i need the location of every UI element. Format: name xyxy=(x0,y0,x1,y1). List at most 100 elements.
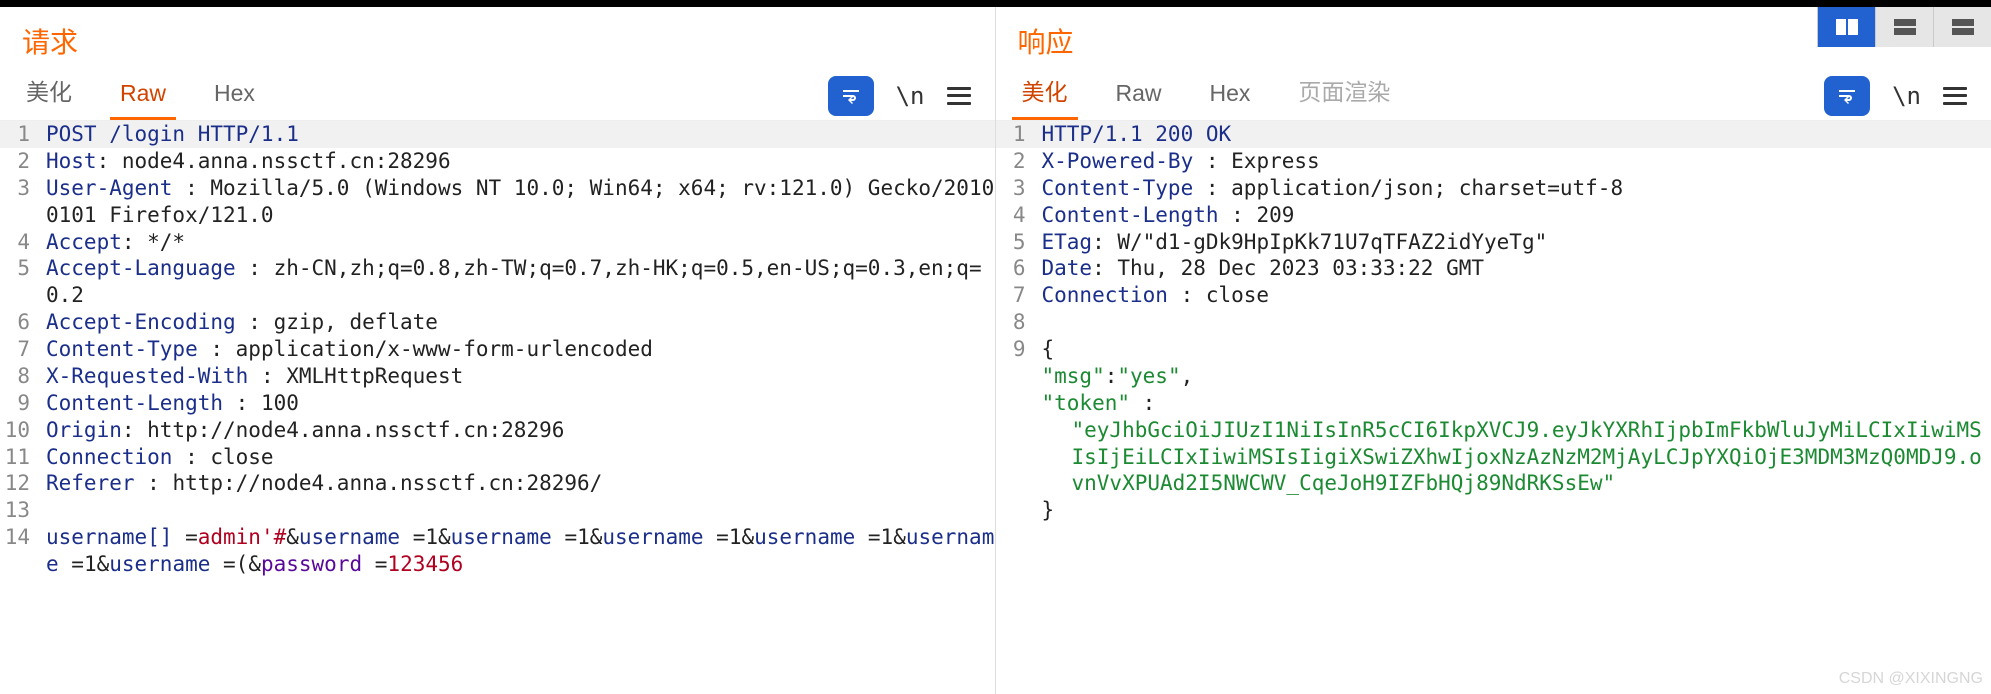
code-line[interactable]: 11Connection : close xyxy=(0,444,995,471)
request-title: 请求 xyxy=(0,7,995,71)
code-content[interactable]: POST /login HTTP/1.1 xyxy=(40,121,995,148)
code-content[interactable]: X-Requested-With : XMLHttpRequest xyxy=(40,363,995,390)
code-content[interactable] xyxy=(1036,309,1991,336)
code-line[interactable]: 3Content-Type : application/json; charse… xyxy=(996,175,1991,202)
code-content[interactable]: ETag: W/"d1-gDk9HpIpKk71U7qTFAZ2idYyeTg" xyxy=(1036,229,1991,256)
code-line[interactable]: 14username[] =admin'#&username =1&userna… xyxy=(0,524,995,578)
line-number: 6 xyxy=(996,255,1036,282)
linebreak-button-res[interactable]: \n xyxy=(1892,82,1921,110)
code-line[interactable]: "msg":"yes", xyxy=(996,363,1991,390)
code-line[interactable]: 2Host: node4.anna.nssctf.cn:28296 xyxy=(0,148,995,175)
code-content[interactable]: Content-Length : 100 xyxy=(40,390,995,417)
layout-rows-b-button[interactable] xyxy=(1933,7,1991,47)
code-line[interactable]: 7Connection : close xyxy=(996,282,1991,309)
code-line[interactable]: 3User-Agent : Mozilla/5.0 (Windows NT 10… xyxy=(0,175,995,229)
code-content[interactable]: Content-Type : application/x-www-form-ur… xyxy=(40,336,995,363)
code-content[interactable]: } xyxy=(1036,497,1991,524)
line-number: 13 xyxy=(0,497,40,524)
line-number xyxy=(996,390,1036,417)
request-tabbar-row: 美化 Raw Hex \n xyxy=(0,71,995,121)
code-content[interactable]: Accept-Encoding : gzip, deflate xyxy=(40,309,995,336)
code-line[interactable]: "token" : xyxy=(996,390,1991,417)
line-number: 12 xyxy=(0,470,40,497)
code-content[interactable]: { xyxy=(1036,336,1991,363)
code-content[interactable]: Date: Thu, 28 Dec 2023 03:33:22 GMT xyxy=(1036,255,1991,282)
code-content[interactable]: "eyJhbGciOiJIUzI1NiIsInR5cCI6IkpXVCJ9.ey… xyxy=(1036,417,1991,498)
code-content[interactable]: "token" : xyxy=(1036,390,1991,417)
response-toolbar-icons: \n xyxy=(1824,76,1975,116)
code-content[interactable]: HTTP/1.1 200 OK xyxy=(1036,121,1991,148)
code-content[interactable]: Connection : close xyxy=(40,444,995,471)
code-line[interactable]: } xyxy=(996,497,1991,524)
code-line[interactable]: 7Content-Type : application/x-www-form-u… xyxy=(0,336,995,363)
line-number: 3 xyxy=(996,175,1036,202)
line-number: 1 xyxy=(996,121,1036,148)
code-line[interactable]: 1POST /login HTTP/1.1 xyxy=(0,121,995,148)
line-number: 3 xyxy=(0,175,40,229)
code-content[interactable]: Accept-Language : zh-CN,zh;q=0.8,zh-TW;q… xyxy=(40,255,995,309)
code-line[interactable]: 9{ xyxy=(996,336,1991,363)
code-content[interactable]: Accept: */* xyxy=(40,229,995,256)
code-line[interactable]: 2X-Powered-By : Express xyxy=(996,148,1991,175)
code-line[interactable]: 8 xyxy=(996,309,1991,336)
code-line[interactable]: 1HTTP/1.1 200 OK xyxy=(996,121,1991,148)
line-number: 4 xyxy=(0,229,40,256)
rows-a-icon xyxy=(1894,19,1916,35)
wrap-icon xyxy=(839,84,863,108)
line-number: 6 xyxy=(0,309,40,336)
tab-hex-req[interactable]: Hex xyxy=(204,72,265,120)
code-content[interactable]: username[] =admin'#&username =1&username… xyxy=(40,524,995,578)
code-content[interactable]: Origin: http://node4.anna.nssctf.cn:2829… xyxy=(40,417,995,444)
wrap-mode-button-res[interactable] xyxy=(1824,76,1870,116)
line-number: 9 xyxy=(996,336,1036,363)
code-content[interactable]: Referer : http://node4.anna.nssctf.cn:28… xyxy=(40,470,995,497)
code-content[interactable]: X-Powered-By : Express xyxy=(1036,148,1991,175)
line-number: 14 xyxy=(0,524,40,578)
wrap-mode-button[interactable] xyxy=(828,76,874,116)
menu-button-res[interactable] xyxy=(1943,87,1967,105)
layout-columns-button[interactable] xyxy=(1817,7,1875,47)
tab-pretty-res[interactable]: 美化 xyxy=(1012,65,1078,120)
code-line[interactable]: 12Referer : http://node4.anna.nssctf.cn:… xyxy=(0,470,995,497)
tab-render-res[interactable]: 页面渲染 xyxy=(1288,65,1400,120)
linebreak-button[interactable]: \n xyxy=(896,82,925,110)
request-pane: 请求 美化 Raw Hex \n 1POST /login HTTP/1.12H… xyxy=(0,7,996,694)
code-content[interactable]: Content-Length : 209 xyxy=(1036,202,1991,229)
code-line[interactable]: 5Accept-Language : zh-CN,zh;q=0.8,zh-TW;… xyxy=(0,255,995,309)
tab-pretty-req[interactable]: 美化 xyxy=(16,65,82,120)
code-line[interactable]: 13 xyxy=(0,497,995,524)
request-code-area[interactable]: 1POST /login HTTP/1.12Host: node4.anna.n… xyxy=(0,121,995,694)
code-content[interactable]: User-Agent : Mozilla/5.0 (Windows NT 10.… xyxy=(40,175,995,229)
line-number xyxy=(996,417,1036,498)
code-line[interactable]: "eyJhbGciOiJIUzI1NiIsInR5cCI6IkpXVCJ9.ey… xyxy=(996,417,1991,498)
tab-hex-res[interactable]: Hex xyxy=(1200,72,1261,120)
line-number xyxy=(996,497,1036,524)
layout-rows-a-button[interactable] xyxy=(1875,7,1933,47)
code-line[interactable]: 9Content-Length : 100 xyxy=(0,390,995,417)
request-toolbar-icons: \n xyxy=(828,76,979,116)
code-line[interactable]: 6Accept-Encoding : gzip, deflate xyxy=(0,309,995,336)
code-line[interactable]: 4Content-Length : 209 xyxy=(996,202,1991,229)
code-content[interactable] xyxy=(40,497,995,524)
code-line[interactable]: 6Date: Thu, 28 Dec 2023 03:33:22 GMT xyxy=(996,255,1991,282)
response-pane: 响应 美化 Raw Hex 页面渲染 \n 1HTTP/1.1 200 OK2X… xyxy=(996,7,1991,694)
response-code-area[interactable]: 1HTTP/1.1 200 OK2X-Powered-By : Express3… xyxy=(996,121,1991,694)
line-number: 10 xyxy=(0,417,40,444)
line-number: 4 xyxy=(996,202,1036,229)
code-line[interactable]: 4Accept: */* xyxy=(0,229,995,256)
code-content[interactable]: Content-Type : application/json; charset… xyxy=(1036,175,1991,202)
tab-raw-req[interactable]: Raw xyxy=(110,72,176,120)
window-top-edge xyxy=(0,0,1991,7)
columns-icon xyxy=(1836,19,1858,35)
code-line[interactable]: 5ETag: W/"d1-gDk9HpIpKk71U7qTFAZ2idYyeTg… xyxy=(996,229,1991,256)
line-number: 5 xyxy=(0,255,40,309)
tab-raw-res[interactable]: Raw xyxy=(1106,72,1172,120)
code-content[interactable]: Connection : close xyxy=(1036,282,1991,309)
menu-button[interactable] xyxy=(947,87,971,105)
line-number: 2 xyxy=(0,148,40,175)
code-content[interactable]: "msg":"yes", xyxy=(1036,363,1991,390)
code-line[interactable]: 8X-Requested-With : XMLHttpRequest xyxy=(0,363,995,390)
code-content[interactable]: Host: node4.anna.nssctf.cn:28296 xyxy=(40,148,995,175)
code-line[interactable]: 10Origin: http://node4.anna.nssctf.cn:28… xyxy=(0,417,995,444)
line-number: 7 xyxy=(0,336,40,363)
